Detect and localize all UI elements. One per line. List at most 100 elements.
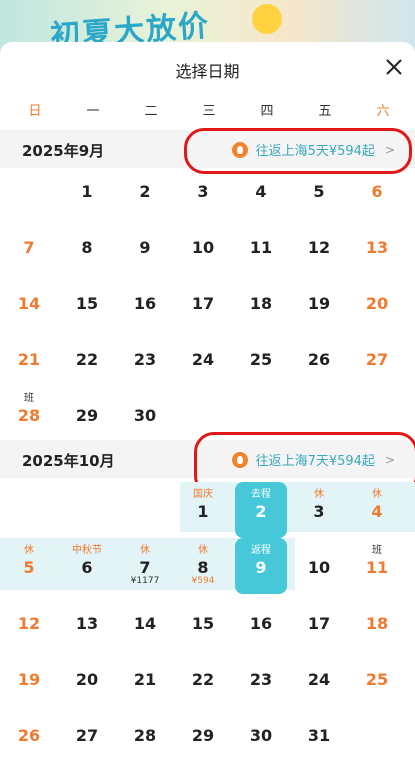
- day-tag: 中秋节: [72, 545, 102, 556]
- calendar-day[interactable]: 14: [116, 594, 174, 650]
- day-number: 15: [75, 294, 99, 313]
- calendar-day[interactable]: 17: [174, 274, 232, 330]
- month-title: 2025年9月: [22, 142, 105, 160]
- weekday-mon: 一: [86, 104, 100, 119]
- calendar-day[interactable]: 25: [232, 330, 290, 386]
- calendar-day[interactable]: 4: [232, 162, 290, 218]
- calendar-day[interactable]: 班 11: [348, 538, 406, 594]
- calendar-day[interactable]: 21: [116, 650, 174, 706]
- calendar-day[interactable]: 中秋节 6: [58, 538, 116, 594]
- calendar-day[interactable]: 12: [290, 218, 348, 274]
- calendar-day[interactable]: 30: [116, 386, 174, 442]
- calendar-day[interactable]: 24: [290, 650, 348, 706]
- calendar-day[interactable]: 23: [116, 330, 174, 386]
- calendar-day[interactable]: 1: [58, 162, 116, 218]
- calendar-day[interactable]: 10: [174, 218, 232, 274]
- day-number: 10: [191, 238, 215, 257]
- calendar-day[interactable]: 3: [174, 162, 232, 218]
- day-number: 18: [249, 294, 273, 313]
- calendar-day[interactable]: 5: [290, 162, 348, 218]
- day-number: 20: [365, 294, 389, 313]
- day-number: 28: [17, 406, 41, 425]
- calendar-day[interactable]: 22: [174, 650, 232, 706]
- day-number: 12: [307, 238, 331, 257]
- day-number: 30: [249, 726, 273, 745]
- day-number: 20: [75, 670, 99, 689]
- calendar-day[interactable]: 16: [116, 274, 174, 330]
- calendar-day[interactable]: 10: [290, 538, 348, 594]
- day-tag: 班: [372, 545, 382, 556]
- calendar-day[interactable]: 19: [290, 274, 348, 330]
- calendar-day[interactable]: 6: [348, 162, 406, 218]
- calendar-day[interactable]: 17: [290, 594, 348, 650]
- calendar-day[interactable]: 31: [290, 706, 348, 762]
- calendar-day[interactable]: 21: [0, 330, 58, 386]
- day-price: ¥594: [191, 576, 215, 586]
- calendar-day[interactable]: 休 7 ¥1177: [116, 538, 174, 594]
- day-price: ¥1177: [130, 576, 160, 586]
- day-number: 3: [313, 502, 325, 521]
- close-icon[interactable]: [381, 54, 407, 80]
- calendar-day[interactable]: 12: [0, 594, 58, 650]
- day-number: 22: [191, 670, 215, 689]
- calendar-day[interactable]: 休4: [348, 482, 406, 538]
- calendar-day[interactable]: 13: [348, 218, 406, 274]
- calendar-day[interactable]: 19: [0, 650, 58, 706]
- calendar-day[interactable]: 休 8 ¥594: [174, 538, 232, 594]
- calendar-day[interactable]: 20: [348, 274, 406, 330]
- calendar-day[interactable]: 26: [0, 706, 58, 762]
- calendar-day[interactable]: 13: [58, 594, 116, 650]
- calendar-day[interactable]: 27: [348, 330, 406, 386]
- day-number: 23: [133, 350, 157, 369]
- day-number: 27: [75, 726, 99, 745]
- calendar-day[interactable]: 7: [0, 218, 58, 274]
- calendar-day[interactable]: 国庆 1: [174, 482, 232, 538]
- calendar-day[interactable]: 22: [58, 330, 116, 386]
- day-number: 26: [17, 726, 41, 745]
- calendar-day[interactable]: 30: [232, 706, 290, 762]
- day-number: 24: [191, 350, 215, 369]
- calendar-day[interactable]: 20: [58, 650, 116, 706]
- day-tag: 休: [314, 489, 324, 500]
- calendar-day[interactable]: 18: [232, 274, 290, 330]
- day-number: 15: [191, 614, 215, 633]
- calendar-day[interactable]: 23: [232, 650, 290, 706]
- calendar-day[interactable]: 11: [232, 218, 290, 274]
- sun-icon: [252, 4, 282, 34]
- day-number: 5: [23, 558, 35, 577]
- calendar-day[interactable]: 18: [348, 594, 406, 650]
- weekday-tue: 二: [144, 104, 158, 119]
- day-number: 8: [197, 558, 209, 577]
- month-title: 2025年10月: [22, 452, 115, 470]
- day-number: 6: [81, 558, 93, 577]
- day-number: 23: [249, 670, 273, 689]
- calendar-day[interactable]: 27: [58, 706, 116, 762]
- calendar-day[interactable]: 9: [116, 218, 174, 274]
- weekday-thu: 四: [260, 104, 274, 119]
- calendar-day[interactable]: 14: [0, 274, 58, 330]
- day-number: 13: [75, 614, 99, 633]
- day-number: 19: [17, 670, 41, 689]
- calendar-day[interactable]: 16: [232, 594, 290, 650]
- calendar-day[interactable]: 班 28: [0, 386, 58, 442]
- calendar-day[interactable]: 28: [116, 706, 174, 762]
- calendar-day[interactable]: 休3: [290, 482, 348, 538]
- calendar-day[interactable]: 8: [58, 218, 116, 274]
- day-number: 29: [75, 406, 99, 425]
- calendar-day[interactable]: 休5: [0, 538, 58, 594]
- calendar-day[interactable]: 29: [58, 386, 116, 442]
- calendar-day[interactable]: 去程 2: [235, 482, 287, 538]
- weekday-wed: 三: [202, 104, 216, 119]
- calendar-day[interactable]: 15: [174, 594, 232, 650]
- day-number: 31: [307, 726, 331, 745]
- day-number: 2: [139, 182, 151, 201]
- calendar-day[interactable]: 15: [58, 274, 116, 330]
- calendar-day[interactable]: 返程 9: [235, 538, 287, 594]
- day-tag: 去程: [251, 489, 271, 500]
- calendar-day[interactable]: 26: [290, 330, 348, 386]
- calendar-day[interactable]: 29: [174, 706, 232, 762]
- calendar-day[interactable]: 25: [348, 650, 406, 706]
- calendar-day[interactable]: 24: [174, 330, 232, 386]
- day-number: 16: [133, 294, 157, 313]
- calendar-day[interactable]: 2: [116, 162, 174, 218]
